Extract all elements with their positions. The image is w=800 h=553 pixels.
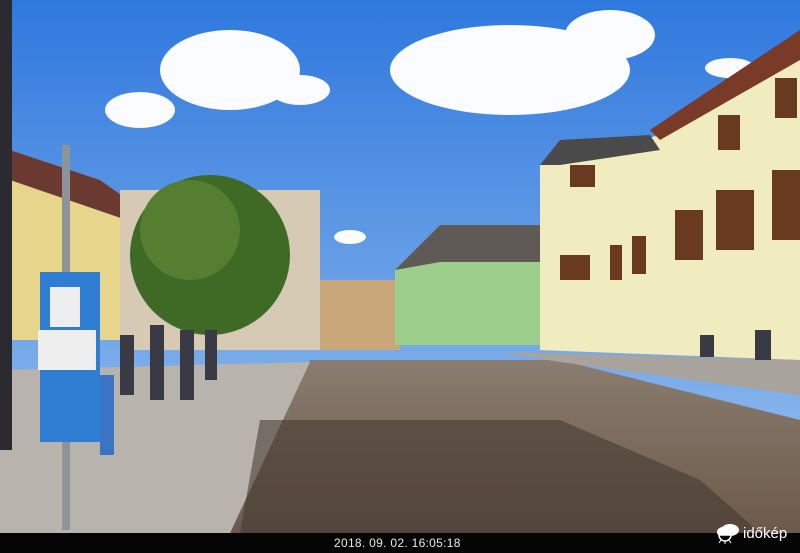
watermark-text: időkép — [743, 524, 788, 542]
street-photo — [0, 0, 800, 533]
cloud-sun-icon — [717, 524, 739, 544]
photo-timestamp: 2018. 09. 02. 16:05:18 — [334, 536, 461, 550]
idokep-logo: időkép — [716, 522, 787, 544]
lamp-post — [0, 0, 12, 450]
